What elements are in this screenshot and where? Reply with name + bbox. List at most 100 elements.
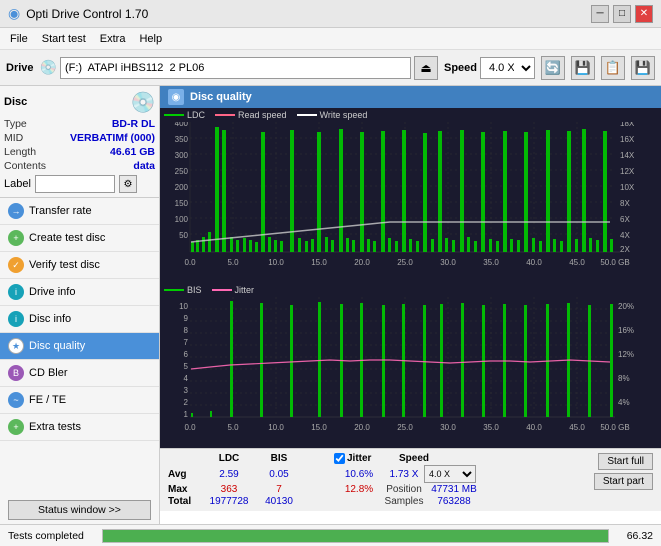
svg-text:35.0: 35.0 — [483, 258, 499, 267]
svg-text:15.0: 15.0 — [311, 423, 327, 432]
nav-label-disc-info: Disc info — [29, 313, 71, 325]
col-header-speed: Speed — [384, 453, 444, 464]
maximize-button[interactable]: □ — [613, 5, 631, 23]
max-label: Max — [168, 484, 204, 495]
disc-mid-value: VERBATIMf (000) — [70, 132, 155, 144]
svg-text:300: 300 — [175, 151, 189, 160]
svg-text:16%: 16% — [618, 326, 634, 335]
settings-button1[interactable]: 💾 — [571, 56, 595, 80]
svg-text:5: 5 — [184, 362, 189, 371]
drive-combo[interactable] — [60, 57, 411, 79]
nav-label-drive: Drive info — [29, 286, 75, 298]
stats-col-headers: LDC BIS Jitter Speed — [204, 453, 590, 464]
avg-ldc: 2.59 — [204, 469, 254, 480]
bottom-chart-svg: 10 9 8 7 6 5 4 3 2 1 20% 16% 12% 8% 4% — [160, 297, 661, 435]
svg-text:20.0: 20.0 — [354, 423, 370, 432]
main-area: Disc 💿 Type BD-R DL MID VERBATIMf (000) … — [0, 86, 661, 524]
svg-text:4X: 4X — [620, 231, 630, 240]
max-bis: 7 — [254, 484, 304, 495]
avg-jitter: 10.6% — [334, 469, 384, 480]
nav-disc-quality[interactable]: ★ Disc quality — [0, 333, 159, 360]
status-bar: Tests completed 66.32 — [0, 524, 661, 546]
svg-text:40.0: 40.0 — [526, 423, 542, 432]
disc-type-label: Type — [4, 118, 27, 130]
save-button[interactable]: 💾 — [631, 56, 655, 80]
speed-combo[interactable]: 4.0 X 2.0 X 8.0 X — [480, 57, 535, 79]
avg-speed: 1.73 X — [384, 469, 424, 480]
nav-drive-info[interactable]: i Drive info — [0, 279, 159, 306]
samples-label: Samples — [384, 496, 424, 507]
nav-icon-create: + — [8, 230, 24, 246]
disc-label-input[interactable] — [35, 175, 115, 193]
svg-text:4: 4 — [184, 374, 189, 383]
disc-type-value: BD-R DL — [112, 118, 155, 130]
speed-select[interactable]: 4.0 X 2.0 X 8.0 X — [424, 465, 476, 483]
nav-verify-test-disc[interactable]: ✓ Verify test disc — [0, 252, 159, 279]
col-header-jitter: Jitter — [334, 453, 384, 464]
content-area: ◉ Disc quality LDC Read speed Write spee… — [160, 86, 661, 524]
stats-avg-row: Avg 2.59 0.05 10.6% 1.73 X 4.0 X 2.0 X 8… — [168, 465, 590, 483]
menu-help[interactable]: Help — [133, 32, 168, 46]
legend-read-speed: Read speed — [215, 110, 287, 120]
start-full-button[interactable]: Start full — [598, 453, 653, 470]
disc-length-row: Length 46.61 GB — [4, 146, 155, 158]
status-window-button[interactable]: Status window >> — [8, 500, 151, 520]
jitter-checkbox[interactable] — [334, 453, 345, 464]
menu-extra[interactable]: Extra — [94, 32, 132, 46]
top-chart-svg: 400 350 300 250 200 150 100 50 18X 16X 1… — [160, 122, 661, 270]
svg-text:25.0: 25.0 — [397, 258, 413, 267]
svg-text:8X: 8X — [620, 199, 630, 208]
close-button[interactable]: ✕ — [635, 5, 653, 23]
title-bar-left: ◉ Opti Drive Control 1.70 — [8, 5, 148, 22]
disc-quality-title: Disc quality — [190, 91, 252, 103]
svg-text:5.0: 5.0 — [227, 423, 239, 432]
legend-read-line — [215, 114, 235, 116]
disc-label-button[interactable]: ⚙ — [119, 175, 137, 193]
legend-bis-label: BIS — [187, 285, 202, 295]
nav-icon-cd-bler: B — [8, 365, 24, 381]
menu-file[interactable]: File — [4, 32, 34, 46]
position-label: Position — [384, 484, 424, 495]
avg-label: Avg — [168, 469, 204, 480]
nav-cd-bler[interactable]: B CD Bler — [0, 360, 159, 387]
nav-icon-fe-te: ~ — [8, 392, 24, 408]
legend-ldc: LDC — [164, 110, 205, 120]
total-ldc: 1977728 — [204, 496, 254, 507]
minimize-button[interactable]: ─ — [591, 5, 609, 23]
col-header-bis: BIS — [254, 453, 304, 464]
refresh-button[interactable]: 🔄 — [541, 56, 565, 80]
nav-fe-te[interactable]: ~ FE / TE — [0, 387, 159, 414]
nav-items: → Transfer rate + Create test disc ✓ Ver… — [0, 198, 159, 441]
nav-icon-transfer: → — [8, 203, 24, 219]
legend-bis-line — [164, 289, 184, 291]
nav-disc-info[interactable]: i Disc info — [0, 306, 159, 333]
start-part-button[interactable]: Start part — [594, 473, 653, 490]
top-chart-container: LDC Read speed Write speed — [160, 108, 661, 283]
menu-start-test[interactable]: Start test — [36, 32, 92, 46]
eject-button[interactable]: ⏏ — [414, 56, 438, 80]
svg-text:6X: 6X — [620, 215, 630, 224]
svg-text:4%: 4% — [618, 398, 630, 407]
svg-text:150: 150 — [175, 199, 189, 208]
legend-read-label: Read speed — [238, 110, 287, 120]
svg-text:30.0: 30.0 — [440, 423, 456, 432]
total-bis: 40130 — [254, 496, 304, 507]
nav-icon-drive: i — [8, 284, 24, 300]
disc-mid-row: MID VERBATIMf (000) — [4, 132, 155, 144]
svg-text:18X: 18X — [620, 122, 635, 128]
legend-write-label: Write speed — [320, 110, 368, 120]
nav-icon-disc-quality: ★ — [8, 338, 24, 354]
nav-label-verify: Verify test disc — [29, 259, 100, 271]
settings-button2[interactable]: 📋 — [601, 56, 625, 80]
svg-text:14X: 14X — [620, 151, 635, 160]
nav-extra-tests[interactable]: + Extra tests — [0, 414, 159, 441]
svg-text:15.0: 15.0 — [311, 258, 327, 267]
nav-create-test-disc[interactable]: + Create test disc — [0, 225, 159, 252]
svg-text:45.0: 45.0 — [569, 423, 585, 432]
nav-transfer-rate[interactable]: → Transfer rate — [0, 198, 159, 225]
stats-total-row: Total 1977728 40130 Samples 763288 — [168, 496, 590, 507]
disc-section: Disc 💿 Type BD-R DL MID VERBATIMf (000) … — [0, 86, 159, 198]
legend-jitter: Jitter — [212, 285, 255, 295]
app-icon: ◉ — [8, 5, 20, 22]
nav-icon-disc-info: i — [8, 311, 24, 327]
